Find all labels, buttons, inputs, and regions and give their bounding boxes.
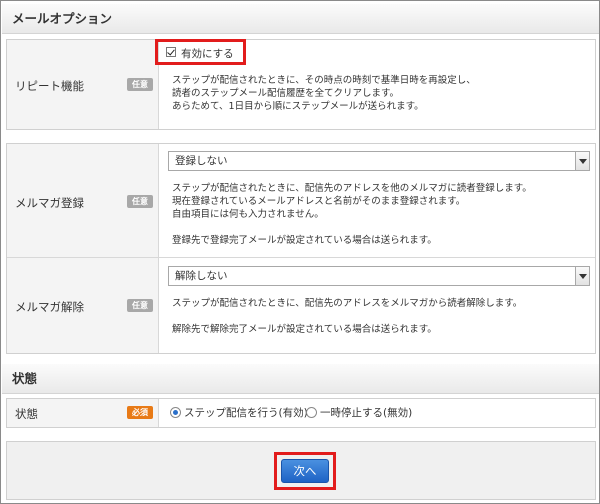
next-button[interactable]: 次へ bbox=[281, 459, 329, 483]
register-select[interactable]: 登録しない bbox=[168, 151, 590, 171]
unregister-select-value: 解除しない bbox=[175, 270, 228, 282]
register-desc-spacer bbox=[172, 221, 532, 234]
label-cell-unregister: メルマガ解除 任意 bbox=[7, 258, 159, 353]
chevron-down-icon[interactable] bbox=[575, 267, 589, 285]
status-radio-paused[interactable] bbox=[306, 407, 317, 418]
next-button-highlight: 次へ bbox=[274, 452, 336, 490]
chevron-down-icon[interactable] bbox=[575, 152, 589, 170]
label-cell-register: メルマガ登録 任意 bbox=[7, 144, 159, 257]
section-title-mail-option: メールオプション bbox=[2, 4, 599, 34]
unregister-select[interactable]: 解除しない bbox=[168, 266, 590, 286]
row-register: メルマガ登録 任意 登録しない ステップが配信されたときに、配信先のアドレスを他… bbox=[7, 144, 595, 258]
repeat-desc-line: あらためて、1日目から順にステップメールが送られます。 bbox=[172, 101, 424, 112]
content-cell-register: 登録しない ステップが配信されたときに、配信先のアドレスを他のメルマガに読者登録… bbox=[160, 144, 595, 257]
row-status: 状態 必須 ステップ配信を行う(有効) 一時停止する(無効) bbox=[7, 399, 595, 427]
row-unregister: メルマガ解除 任意 解除しない ステップが配信されたときに、配信先のアドレスをメ… bbox=[7, 258, 595, 353]
status-radio-active[interactable] bbox=[170, 407, 181, 418]
repeat-checkbox-highlight: 有効にする bbox=[155, 39, 246, 65]
label-cell-repeat: リピート機能 任意 bbox=[7, 40, 159, 129]
label-register: メルマガ登録 bbox=[15, 196, 84, 210]
page-frame: メールオプション リピート機能 任意 有効にする ステップが配信されたときに、そ… bbox=[0, 0, 600, 504]
unregister-desc-spacer bbox=[172, 310, 522, 323]
label-cell-status: 状態 必須 bbox=[7, 399, 159, 427]
badge-optional: 任意 bbox=[127, 299, 153, 312]
repeat-checkbox[interactable] bbox=[166, 47, 176, 57]
label-repeat: リピート機能 bbox=[15, 79, 84, 93]
label-status: 状態 bbox=[15, 407, 38, 421]
form-footer: 次へ bbox=[6, 441, 596, 500]
register-desc-line: ステップが配信されたときに、配信先のアドレスを他のメルマガに読者登録します。 bbox=[172, 183, 532, 194]
register-select-value: 登録しない bbox=[175, 155, 228, 167]
status-table: 状態 必須 ステップ配信を行う(有効) 一時停止する(無効) bbox=[6, 398, 596, 428]
register-description: ステップが配信されたときに、配信先のアドレスを他のメルマガに読者登録します。 現… bbox=[172, 182, 532, 247]
repeat-description: ステップが配信されたときに、その時点の時刻で基準日時を再設定し、 読者のステップ… bbox=[172, 74, 476, 113]
mail-option-table-repeat: リピート機能 任意 有効にする ステップが配信されたときに、その時点の時刻で基準… bbox=[6, 39, 596, 130]
register-desc-line: 自由項目には何も入力されません。 bbox=[172, 209, 324, 220]
row-repeat: リピート機能 任意 有効にする ステップが配信されたときに、その時点の時刻で基準… bbox=[7, 39, 595, 129]
content-cell-status: ステップ配信を行う(有効) 一時停止する(無効) bbox=[160, 399, 595, 427]
badge-required: 必須 bbox=[127, 406, 153, 419]
content-cell-unregister: 解除しない ステップが配信されたときに、配信先のアドレスをメルマガから読者解除し… bbox=[160, 258, 595, 353]
content-cell-repeat: 有効にする ステップが配信されたときに、その時点の時刻で基準日時を再設定し、 読… bbox=[155, 39, 595, 129]
repeat-desc-line: 読者のステップメール配信履歴を全てクリアします。 bbox=[172, 88, 400, 99]
unregister-desc-line: ステップが配信されたときに、配信先のアドレスをメルマガから読者解除します。 bbox=[172, 298, 523, 309]
repeat-desc-line: ステップが配信されたときに、その時点の時刻で基準日時を再設定し、 bbox=[172, 75, 476, 86]
mail-option-table-magazine: メルマガ登録 任意 登録しない ステップが配信されたときに、配信先のアドレスを他… bbox=[6, 143, 596, 354]
status-radio-paused-label[interactable]: 一時停止する(無効) bbox=[320, 405, 412, 420]
badge-optional: 任意 bbox=[127, 195, 153, 208]
repeat-checkbox-label[interactable]: 有効にする bbox=[181, 46, 234, 61]
section-title-status: 状態 bbox=[2, 364, 599, 394]
unregister-desc-line: 解除先で解除完了メールが設定されている場合は送られます。 bbox=[172, 324, 437, 335]
register-desc-line: 現在登録されているメールアドレスと名前がそのまま登録されます。 bbox=[172, 196, 466, 207]
register-desc-line: 登録先で登録完了メールが設定されている場合は送られます。 bbox=[172, 235, 437, 246]
unregister-description: ステップが配信されたときに、配信先のアドレスをメルマガから読者解除します。 解除… bbox=[172, 297, 522, 336]
label-unregister: メルマガ解除 bbox=[15, 300, 84, 314]
status-radio-active-label[interactable]: ステップ配信を行う(有効) bbox=[184, 405, 308, 420]
badge-optional: 任意 bbox=[127, 78, 153, 91]
